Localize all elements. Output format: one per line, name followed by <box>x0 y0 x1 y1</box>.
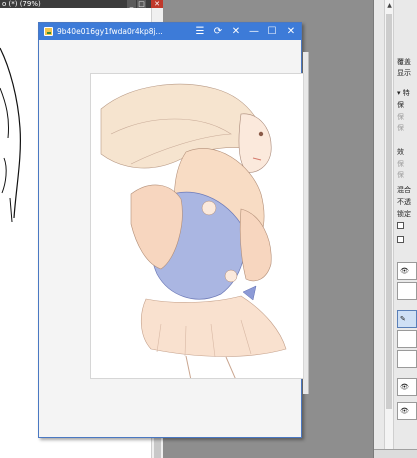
viewer-titlebar[interactable]: 9b40e016gy1fwda0r4kp8j... ☰ ⟳ ✕ — ☐ ✕ <box>39 23 301 40</box>
panel-row-blend[interactable]: 混合 <box>397 186 411 195</box>
eye-icon[interactable]: 👁 <box>400 407 409 415</box>
panel-bottom-bar <box>374 449 417 458</box>
panel-scroll-up-icon[interactable]: ▲ <box>386 2 393 10</box>
main-close-button[interactable]: ✕ <box>151 0 163 8</box>
panel-row-overlay[interactable]: 覆盖 <box>397 58 411 67</box>
layer-thumb-1[interactable]: 👁 <box>397 262 417 280</box>
layer-thumb-3[interactable] <box>397 330 417 348</box>
maximize-button[interactable]: ☐ <box>266 25 278 38</box>
panel-row-preserve-3: 保 <box>397 124 404 132</box>
panel-scrollbar[interactable]: ▲ <box>384 0 394 458</box>
minimize-button[interactable]: — <box>248 25 260 38</box>
panel-checkbox-1[interactable] <box>397 222 404 229</box>
eye-icon[interactable]: 👁 <box>400 267 409 275</box>
right-tool-panel: ▲ 覆盖 显示 ▾ 特 保 保 保 效 保 保 混合 不透 锁定 👁 ✎ 👁 👁 <box>373 0 417 458</box>
close-alt-icon[interactable]: ✕ <box>230 25 242 38</box>
menu-icon[interactable]: ☰ <box>194 25 206 38</box>
main-minimize-button[interactable]: _ <box>127 0 136 8</box>
eye-icon[interactable]: 👁 <box>400 383 409 391</box>
panel-row-effect[interactable]: 效 <box>397 148 404 157</box>
panel-row-preserve-1[interactable]: 保 <box>397 101 404 110</box>
layer-thumb-selected[interactable]: ✎ <box>397 310 417 328</box>
close-button[interactable]: ✕ <box>285 25 297 38</box>
panel-row-display[interactable]: 显示 <box>397 69 411 78</box>
main-maximize-button[interactable]: □ <box>137 0 146 8</box>
panel-row-preserve-2: 保 <box>397 113 404 121</box>
panel-scroll-thumb[interactable] <box>386 14 392 409</box>
panel-row-opacity[interactable]: 不透 <box>397 198 411 207</box>
viewer-body <box>39 40 309 437</box>
image-app-icon <box>44 27 53 36</box>
layer-thumb-6[interactable]: 👁 <box>397 402 417 420</box>
layer-thumb-4[interactable] <box>397 350 417 368</box>
viewer-title: 9b40e016gy1fwda0r4kp8j... <box>57 27 163 36</box>
canvas-lineart-sketch <box>0 47 21 223</box>
panel-checkbox-2[interactable] <box>397 236 404 243</box>
image-viewer-window: 9b40e016gy1fwda0r4kp8j... ☰ ⟳ ✕ — ☐ ✕ <box>38 22 309 438</box>
illustration-image <box>90 73 304 379</box>
rotate-icon[interactable]: ⟳ <box>212 25 224 38</box>
illustration-artwork <box>100 83 287 378</box>
panel-row-preserve-5: 保 <box>397 171 404 179</box>
panel-row-preserve-4: 保 <box>397 160 404 168</box>
panel-row-effects-header[interactable]: ▾ 特 <box>397 89 410 98</box>
pen-icon[interactable]: ✎ <box>400 315 406 323</box>
main-canvas-title: o (*) (79%) <box>2 0 41 8</box>
layer-thumb-2[interactable] <box>397 282 417 300</box>
layer-thumb-5[interactable]: 👁 <box>397 378 417 396</box>
panel-content: 覆盖 显示 ▾ 特 保 保 保 效 保 保 混合 不透 锁定 👁 ✎ 👁 👁 <box>395 0 417 458</box>
panel-row-lock[interactable]: 锁定 <box>397 210 411 219</box>
